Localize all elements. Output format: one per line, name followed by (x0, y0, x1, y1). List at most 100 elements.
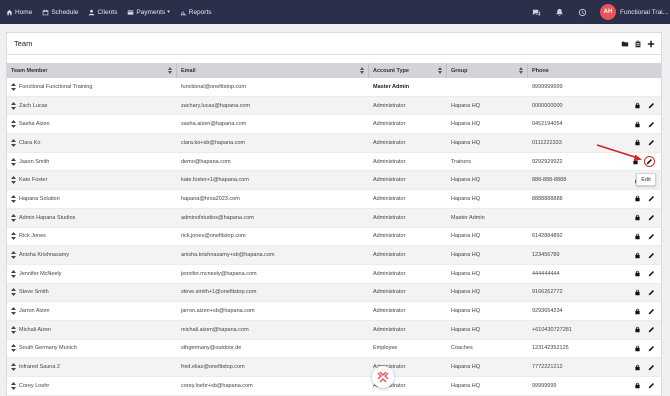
lock-icon[interactable] (634, 270, 641, 277)
lock-icon[interactable] (634, 308, 641, 315)
lock-icon[interactable] (634, 121, 641, 128)
drag-handle-icon[interactable] (11, 307, 16, 316)
col-header-phone[interactable]: Phone (528, 63, 661, 78)
drag-handle-icon[interactable] (11, 138, 16, 147)
clipboard-icon[interactable] (634, 40, 642, 48)
lock-icon[interactable] (634, 364, 641, 371)
pencil-icon[interactable] (646, 158, 653, 165)
pencil-icon[interactable] (648, 289, 655, 296)
pencil-icon[interactable] (648, 308, 655, 315)
pencil-icon[interactable] (648, 382, 655, 389)
table-row[interactable]: Functional Functional Training functional… (7, 78, 661, 97)
pencil-icon[interactable] (648, 270, 655, 277)
lock-icon[interactable] (634, 252, 641, 259)
pencil-icon[interactable] (648, 233, 655, 240)
table-row[interactable]: Corey Loehrcorey.loehr+sb@hapana.comAdmi… (7, 377, 661, 396)
sort-icon (168, 67, 172, 74)
pencil-icon[interactable] (648, 364, 655, 371)
cell-type: Administrator (373, 308, 406, 315)
cell-name: Admin Hapana Studios (7, 209, 177, 227)
chat-icon[interactable] (532, 8, 541, 17)
pencil-icon[interactable] (648, 139, 655, 146)
table-row[interactable]: South Germany Munich sthgermany@outdoor.d… (7, 340, 661, 359)
nav-clients-label: Clients (97, 8, 118, 16)
lock-icon[interactable] (634, 214, 641, 221)
table-row[interactable]: Hapana Solution hapana@hrsa2023.com Admini… (7, 190, 661, 209)
drag-handle-icon[interactable] (11, 269, 16, 278)
lock-icon[interactable] (634, 195, 641, 202)
row-actions (634, 358, 655, 376)
row-actions (634, 377, 655, 395)
nav-payments[interactable]: Payments ▾ (127, 9, 170, 16)
cell-group: Hapana HQ (451, 364, 481, 371)
cell-name: Functional Functional Training (7, 78, 177, 96)
table-row[interactable]: Zach Lucas zachary.lucas@hapana.com Admini… (7, 96, 661, 116)
lock-icon[interactable] (634, 345, 641, 352)
panel-header: Team (7, 33, 661, 55)
drag-handle-icon[interactable] (11, 288, 16, 297)
edit-tooltip: Edit (636, 173, 656, 186)
pencil-icon[interactable] (648, 121, 655, 128)
table-row[interactable]: Steve Smith steve.smith+1@onefitstop.com A… (7, 283, 661, 303)
drag-handle-icon[interactable] (11, 157, 16, 166)
pencil-icon[interactable] (648, 214, 655, 221)
lock-icon[interactable] (634, 233, 641, 240)
col-header-team-member[interactable]: Team Member (7, 63, 177, 78)
table-row[interactable]: Anisha Krishnasamy anisha.krishnasamy+sb@… (7, 246, 661, 265)
nav-schedule[interactable]: Schedule (42, 9, 78, 16)
table-row[interactable]: Michali Aizen michali.aizen@hapana.com Adm… (7, 320, 661, 340)
table-row[interactable]: Jason Smith demo@hapana.com Administrator T… (7, 153, 661, 172)
lock-icon[interactable] (634, 326, 641, 333)
nav-reports[interactable]: Reports (180, 9, 212, 16)
cell-name: Jarron Aizen (7, 302, 177, 320)
lock-icon[interactable] (634, 382, 641, 389)
table-row[interactable]: Kate Foster kate.foster+1@hapana.com Admin… (7, 171, 661, 191)
table-row[interactable]: Jarron Aizen jarron.aizen+sb@hapana.com Ad… (7, 302, 661, 321)
add-icon[interactable] (647, 40, 655, 48)
drag-handle-icon[interactable] (11, 213, 16, 222)
row-actions (634, 190, 655, 208)
col-header-email[interactable]: Email (177, 63, 369, 78)
bell-icon[interactable] (555, 8, 564, 17)
table-row[interactable]: Sasha Aizen sasha.aizen@hapana.com Adminis… (7, 115, 661, 135)
cell-type: Administrator (373, 121, 406, 128)
row-actions (634, 302, 655, 320)
sort-icon (438, 67, 442, 74)
cell-type: Administrator (373, 270, 406, 277)
drag-handle-icon[interactable] (11, 194, 16, 203)
drag-handle-icon[interactable] (11, 325, 16, 334)
lock-icon[interactable] (634, 289, 641, 296)
folder-icon[interactable] (621, 40, 629, 48)
pencil-icon[interactable] (648, 326, 655, 333)
table-row[interactable]: Infrared Sauna 2 fred.elias@onefitstop.co… (7, 358, 661, 377)
lock-icon[interactable] (634, 102, 641, 109)
table-row[interactable]: Rick Jones rick.jones@onefitstop.com Admin… (7, 228, 661, 247)
edit-button[interactable] (644, 156, 655, 168)
table-row[interactable]: Clara Ko clara.ko+sb@hapana.com Administra… (7, 134, 661, 153)
drag-handle-icon[interactable] (11, 120, 16, 129)
pencil-icon[interactable] (648, 195, 655, 202)
nav-clients[interactable]: Clients (88, 9, 117, 16)
drag-handle-icon[interactable] (11, 176, 16, 185)
drag-handle-icon[interactable] (11, 381, 16, 390)
avatar[interactable]: AH (600, 4, 616, 20)
drag-handle-icon[interactable] (11, 363, 16, 372)
pencil-icon[interactable] (648, 345, 655, 352)
drag-handle-icon[interactable] (11, 251, 16, 260)
user-name[interactable]: Functional Trai... (620, 9, 670, 16)
table-row[interactable]: Jennifer McNeely jennifer.mcneely@hapana.… (7, 265, 661, 284)
cell-type: Administrator (373, 233, 406, 240)
col-header-group[interactable]: Group (447, 63, 528, 78)
drag-handle-icon[interactable] (11, 101, 16, 110)
drag-handle-icon[interactable] (11, 232, 16, 241)
help-widget-button[interactable] (372, 366, 394, 388)
pencil-icon[interactable] (648, 102, 655, 109)
clock-icon[interactable] (578, 8, 587, 17)
drag-handle-icon[interactable] (11, 82, 16, 91)
col-header-account-type[interactable]: Account Type (369, 63, 447, 78)
team-table: Team Member Email Account Type Group Pho… (7, 63, 661, 396)
drag-handle-icon[interactable] (11, 344, 16, 353)
pencil-icon[interactable] (648, 252, 655, 259)
table-row[interactable]: Admin Hapana Studios adminofstudios@hapan… (7, 208, 661, 228)
nav-home[interactable]: Home (6, 9, 32, 16)
